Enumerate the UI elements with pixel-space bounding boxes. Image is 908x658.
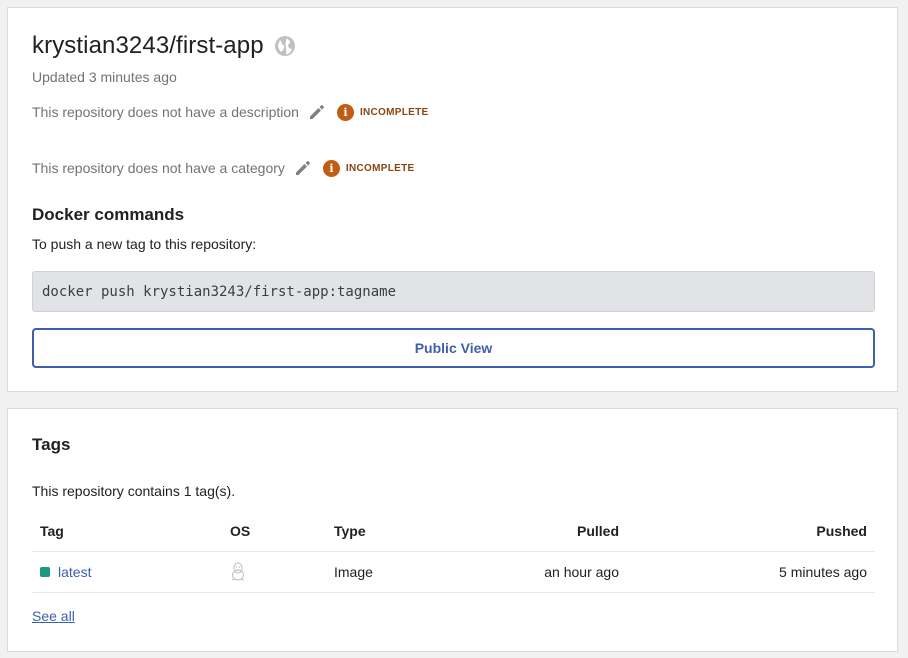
docker-push-command[interactable]: docker push krystian3243/first-app:tagna… bbox=[32, 271, 875, 312]
description-row: This repository does not have a descript… bbox=[32, 103, 429, 121]
os-cell bbox=[230, 552, 246, 592]
category-incomplete-badge: i INCOMPLETE bbox=[322, 159, 415, 177]
column-header-type: Type bbox=[334, 523, 366, 539]
column-header-os: OS bbox=[230, 523, 251, 539]
type-cell: Image bbox=[334, 564, 373, 580]
updated-timestamp: Updated 3 minutes ago bbox=[32, 69, 177, 85]
column-header-tag: Tag bbox=[40, 523, 64, 539]
globe-icon bbox=[274, 35, 296, 57]
tags-count-text: This repository contains 1 tag(s). bbox=[32, 483, 236, 499]
category-text: This repository does not have a category bbox=[32, 160, 285, 176]
info-icon: i bbox=[322, 159, 340, 177]
repository-info-card: krystian3243/first-app Updated 3 minutes… bbox=[7, 7, 898, 392]
tag-link-latest[interactable]: latest bbox=[58, 564, 91, 580]
description-incomplete-badge: i INCOMPLETE bbox=[336, 103, 429, 121]
tag-status-dot bbox=[40, 567, 50, 577]
push-instructions: To push a new tag to this repository: bbox=[32, 236, 257, 252]
category-row: This repository does not have a category… bbox=[32, 159, 414, 177]
incomplete-label: INCOMPLETE bbox=[345, 162, 415, 174]
tags-table: Tag OS Type Pulled Pushed latest Image a… bbox=[32, 511, 875, 593]
table-row: latest Image an hour ago 5 minutes ago bbox=[32, 552, 875, 593]
public-view-button[interactable]: Public View bbox=[32, 328, 875, 368]
tags-card: Tags This repository contains 1 tag(s). … bbox=[7, 408, 898, 652]
description-text: This repository does not have a descript… bbox=[32, 104, 299, 120]
column-header-pushed: Pushed bbox=[816, 523, 867, 539]
see-all-link[interactable]: See all bbox=[32, 608, 75, 624]
tags-title: Tags bbox=[32, 435, 71, 454]
linux-tux-icon bbox=[230, 562, 246, 582]
table-header: Tag OS Type Pulled Pushed bbox=[32, 511, 875, 552]
pushed-cell: 5 minutes ago bbox=[779, 564, 867, 580]
docker-commands-title: Docker commands bbox=[32, 205, 185, 224]
repo-name: krystian3243/first-app bbox=[32, 32, 264, 59]
tag-cell: latest bbox=[40, 552, 91, 592]
info-icon: i bbox=[336, 103, 354, 121]
repo-title-row: krystian3243/first-app bbox=[32, 32, 296, 60]
column-header-pulled: Pulled bbox=[576, 523, 619, 539]
edit-category-pencil-icon[interactable] bbox=[294, 159, 312, 177]
incomplete-label: INCOMPLETE bbox=[359, 106, 429, 118]
pulled-cell: an hour ago bbox=[544, 564, 619, 580]
edit-description-pencil-icon[interactable] bbox=[308, 103, 326, 121]
